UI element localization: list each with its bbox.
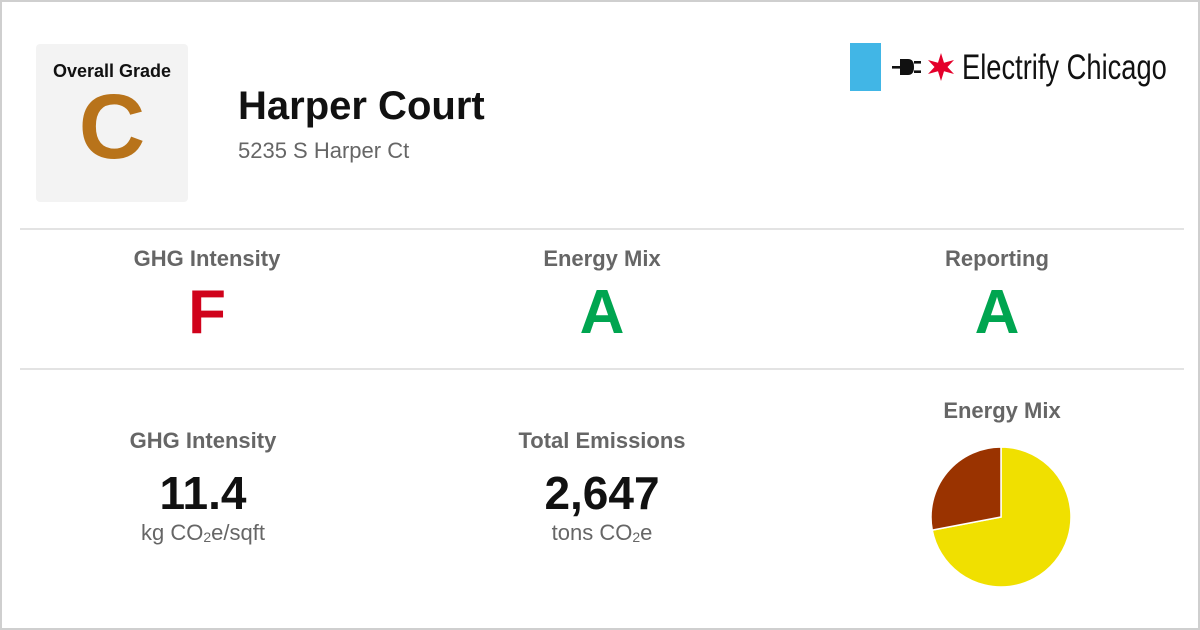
- building-address: 5235 S Harper Ct: [238, 138, 410, 163]
- brand-name: Electrify Chicago: [962, 48, 1167, 87]
- metric-emissions-value: 2,647: [544, 467, 660, 519]
- grade-energy-mix-label: Energy Mix: [543, 246, 661, 271]
- grade-ghg-letter: F: [188, 278, 226, 347]
- divider-top: [20, 228, 1184, 230]
- grade-reporting-label: Reporting: [945, 246, 1049, 271]
- grade-energy-mix-letter: A: [579, 278, 625, 347]
- energy-mix-pie-chart: [930, 446, 1072, 588]
- overall-grade-letter: C: [78, 76, 146, 178]
- grade-ghg-intensity: GHG Intensity F: [7, 246, 407, 346]
- metric-ghg-unit: kg CO2e/sqft: [141, 520, 265, 545]
- metric-total-emissions: Total Emissions 2,647 tons CO2e: [402, 428, 802, 546]
- grade-reporting: Reporting A: [797, 246, 1197, 346]
- metric-ghg-intensity: GHG Intensity 11.4 kg CO2e/sqft: [3, 428, 403, 546]
- metric-ghg-label: GHG Intensity: [129, 428, 277, 453]
- pie-slice-1: [930, 446, 1002, 531]
- grade-energy-mix: Energy Mix A: [402, 246, 802, 346]
- building-grade-card: Overall Grade C Harper Court 5235 S Harp…: [0, 0, 1200, 630]
- grade-reporting-letter: A: [974, 278, 1020, 347]
- divider-middle: [20, 368, 1184, 370]
- energy-mix-chart-title: Energy Mix: [943, 398, 1061, 423]
- brand-swatch: [850, 43, 881, 91]
- metric-emissions-unit: tons CO2e: [551, 520, 653, 545]
- plug-icon: [892, 59, 921, 75]
- metric-ghg-value: 11.4: [159, 467, 247, 519]
- overall-grade-box: Overall Grade C: [36, 44, 188, 202]
- star-icon: [928, 53, 954, 81]
- brand-logo[interactable]: Electrify Chicago: [850, 42, 1180, 92]
- building-name: Harper Court: [238, 84, 485, 128]
- metric-emissions-label: Total Emissions: [518, 428, 686, 453]
- grade-ghg-label: GHG Intensity: [133, 246, 281, 271]
